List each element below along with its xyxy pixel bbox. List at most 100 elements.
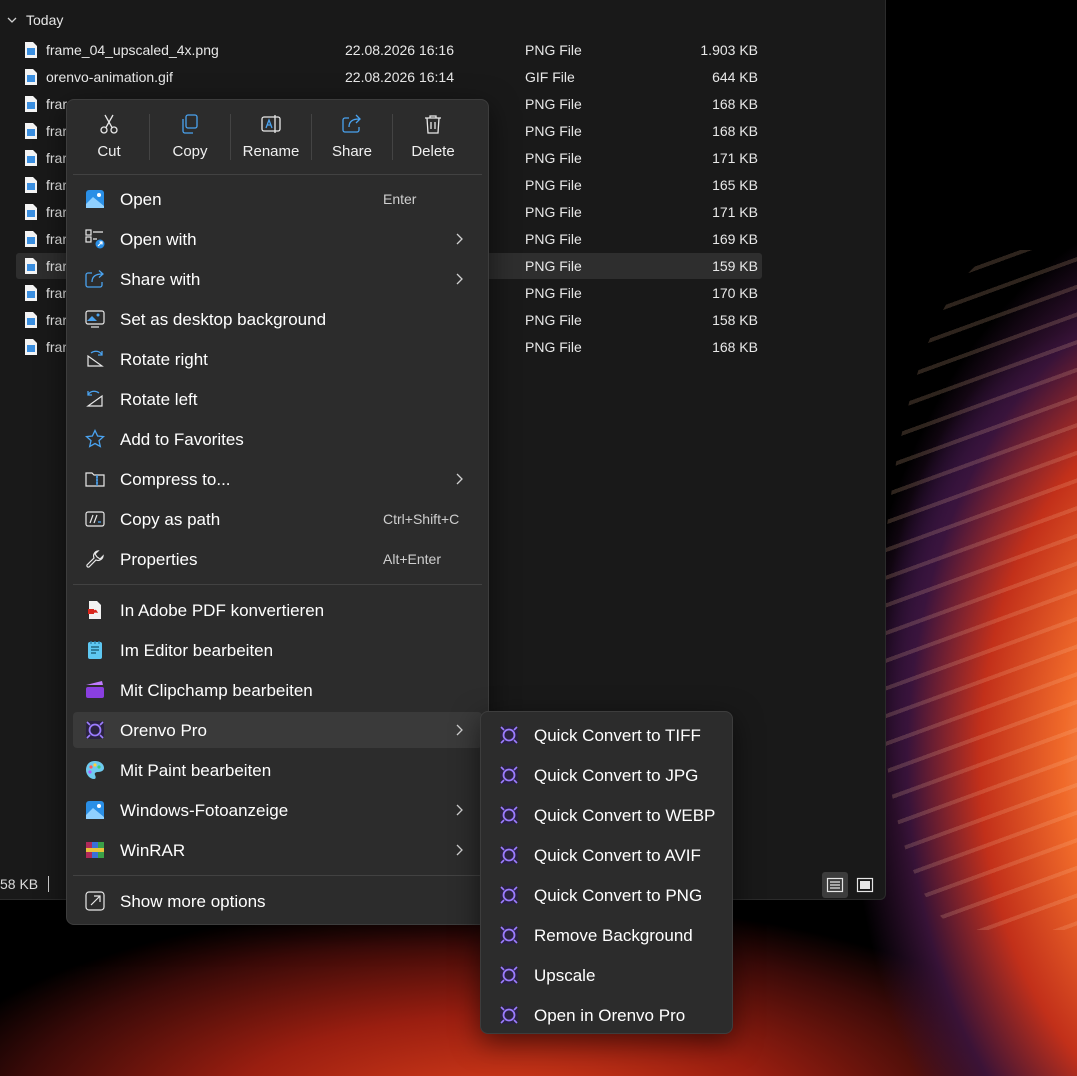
file-size: 644 KB	[712, 69, 758, 85]
menu-item-open[interactable]: Open Enter	[73, 181, 482, 217]
submenu-item-open-in-orenvo[interactable]: Open in Orenvo Pro	[487, 997, 726, 1033]
trash-icon	[425, 115, 441, 134]
menu-item-rotate-right[interactable]: Rotate right	[73, 341, 482, 377]
submenu-label: Quick Convert to PNG	[534, 886, 703, 905]
submenu-label: Upscale	[534, 966, 596, 985]
share-label: Share	[331, 143, 373, 160]
file-size: 171 KB	[712, 150, 758, 166]
submenu-label: Quick Convert to WEBP	[534, 806, 716, 825]
file-name: frar	[46, 339, 67, 355]
file-size: 171 KB	[712, 204, 758, 220]
preview-view-icon	[856, 877, 874, 893]
menu-item-compress-to[interactable]: Compress to...	[73, 461, 482, 497]
file-type: PNG File	[525, 150, 582, 166]
menu-item-windows-fotoanzeige[interactable]: Windows-Fotoanzeige	[73, 792, 482, 828]
menu-item-properties[interactable]: Properties Alt+Enter	[73, 541, 482, 577]
open-with-icon	[85, 229, 105, 249]
menu-label: Compress to...	[120, 470, 231, 489]
file-name: frar	[46, 123, 67, 139]
menu-item-clipchamp[interactable]: Mit Clipchamp bearbeiten	[73, 672, 482, 708]
star-icon	[85, 429, 105, 448]
submenu-label: Open in Orenvo Pro	[534, 1006, 686, 1025]
menu-item-adobe-pdf[interactable]: In Adobe PDF konvertieren	[73, 592, 482, 628]
menu-item-orenvo-pro[interactable]: Orenvo Pro	[73, 712, 482, 748]
menu-label: In Adobe PDF konvertieren	[120, 601, 325, 620]
status-divider	[48, 876, 49, 892]
photos-icon	[86, 190, 104, 208]
menu-item-set-desktop-background[interactable]: Set as desktop background	[73, 301, 482, 337]
file-date: 22.08.2026 16:16	[345, 42, 454, 58]
submenu-label: Quick Convert to AVIF	[534, 846, 701, 865]
image-file-icon	[25, 42, 37, 58]
menu-label: Mit Clipchamp bearbeiten	[120, 681, 313, 700]
submenu-item-convert-webp[interactable]: Quick Convert to WEBP	[487, 797, 726, 833]
share-button[interactable]: Share	[312, 108, 392, 168]
menu-item-show-more-options[interactable]: Show more options	[73, 883, 482, 919]
file-type: PNG File	[525, 96, 582, 112]
file-row[interactable]: orenvo-animation.gif 22.08.2026 16:14 GI…	[16, 64, 762, 90]
menu-shortcut: Enter	[383, 191, 417, 207]
submenu-item-convert-tiff[interactable]: Quick Convert to TIFF	[487, 717, 726, 753]
menu-item-paint[interactable]: Mit Paint bearbeiten	[73, 752, 482, 788]
wrench-icon	[86, 550, 104, 568]
menu-item-rotate-left[interactable]: Rotate left	[73, 381, 482, 417]
submenu-item-convert-jpg[interactable]: Quick Convert to JPG	[487, 757, 726, 793]
file-date: 22.08.2026 16:14	[345, 69, 454, 85]
orenvo-submenu: Quick Convert to TIFF Quick Convert to J…	[480, 711, 733, 1034]
file-name: frar	[46, 231, 67, 247]
menu-label: Windows-Fotoanzeige	[120, 801, 289, 820]
cut-button[interactable]: Cut	[69, 108, 149, 168]
chevron-right-icon	[456, 844, 463, 856]
details-view-button[interactable]	[822, 872, 848, 898]
menu-label: Rotate left	[120, 390, 198, 409]
file-type: PNG File	[525, 339, 582, 355]
submenu-item-convert-png[interactable]: Quick Convert to PNG	[487, 877, 726, 913]
submenu-item-remove-background[interactable]: Remove Background	[487, 917, 726, 953]
winrar-icon	[86, 842, 104, 858]
submenu-label: Quick Convert to TIFF	[534, 726, 701, 745]
file-name: frar	[46, 285, 67, 301]
large-icons-view-button[interactable]	[852, 872, 878, 898]
menu-label: Open	[120, 190, 162, 209]
file-size: 159 KB	[712, 258, 758, 274]
file-row[interactable]: frame_04_upscaled_4x.png 22.08.2026 16:1…	[16, 37, 762, 63]
file-size: 168 KB	[712, 339, 758, 355]
copy-button[interactable]: Copy	[150, 108, 230, 168]
orenvo-icon	[500, 926, 518, 944]
orenvo-icon	[500, 726, 518, 744]
rename-label: Rename	[242, 143, 300, 160]
file-size: 165 KB	[712, 177, 758, 193]
group-header-today[interactable]: Today	[6, 10, 63, 30]
submenu-item-convert-avif[interactable]: Quick Convert to AVIF	[487, 837, 726, 873]
menu-item-add-to-favorites[interactable]: Add to Favorites	[73, 421, 482, 457]
notepad-icon	[88, 641, 102, 659]
menu-item-winrar[interactable]: WinRAR	[73, 832, 482, 868]
delete-label: Delete	[411, 143, 455, 160]
quick-actions-bar: Cut Copy Rename Share Delete	[67, 100, 488, 172]
image-file-icon	[25, 150, 37, 166]
file-type: PNG File	[525, 285, 582, 301]
image-file-icon	[25, 204, 37, 220]
rename-icon	[261, 115, 281, 133]
file-name: frar	[46, 96, 67, 112]
menu-item-share-with[interactable]: Share with	[73, 261, 482, 297]
rename-button[interactable]: Rename	[231, 108, 311, 168]
orenvo-icon	[500, 846, 518, 864]
chevron-right-icon	[456, 233, 463, 245]
file-size: 170 KB	[712, 285, 758, 301]
menu-item-open-with[interactable]: Open with	[73, 221, 482, 257]
status-selected-size: 58 KB	[0, 876, 39, 892]
menu-item-copy-as-path[interactable]: Copy as path Ctrl+Shift+C	[73, 501, 482, 537]
photo-viewer-icon	[86, 801, 104, 819]
delete-button[interactable]: Delete	[393, 108, 473, 168]
menu-label: Open with	[120, 230, 197, 249]
rotate-right-icon	[87, 350, 104, 367]
image-file-icon	[25, 231, 37, 247]
file-name: frar	[46, 177, 67, 193]
file-type: PNG File	[525, 231, 582, 247]
submenu-item-upscale[interactable]: Upscale	[487, 957, 726, 993]
file-type: PNG File	[525, 258, 582, 274]
menu-item-editor[interactable]: Im Editor bearbeiten	[73, 632, 482, 668]
menu-shortcut: Ctrl+Shift+C	[383, 511, 460, 527]
clipchamp-icon	[86, 681, 104, 698]
